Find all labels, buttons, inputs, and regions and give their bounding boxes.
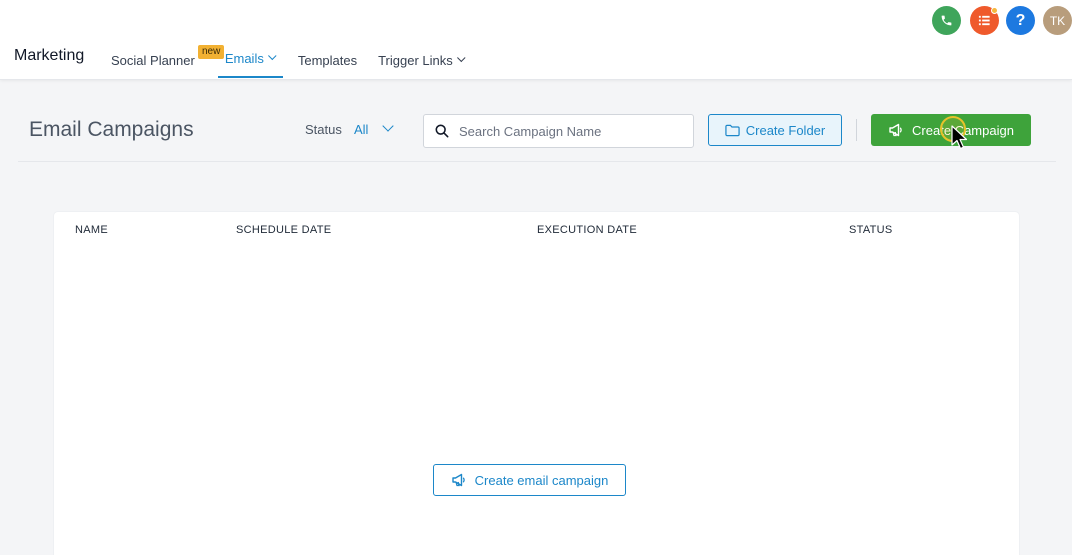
column-header-schedule-date[interactable]: SCHEDULE DATE [236,224,331,236]
page-title: Email Campaigns [29,118,194,141]
chevron-down-icon [267,51,277,61]
help-icon[interactable]: ? [1006,6,1035,35]
create-folder-label: Create Folder [745,122,826,138]
search-box [423,114,694,148]
column-header-status[interactable]: STATUS [849,224,893,236]
column-header-name[interactable]: NAME [75,224,108,236]
avatar[interactable]: TK [1043,6,1072,35]
nav-trigger-links-label: Trigger Links [378,52,453,68]
phone-icon[interactable] [932,6,961,35]
chevron-down-icon[interactable] [382,120,394,132]
megaphone-icon [889,123,902,137]
status-filter-label: Status [305,122,342,137]
app-brand: Marketing [14,47,85,64]
status-filter-dropdown[interactable]: All [354,122,368,137]
divider [856,119,857,141]
top-bar: ? TK Marketing Social Planner new Emails… [0,0,1072,80]
create-email-campaign-button[interactable]: Create email campaign [433,464,626,496]
campaigns-table: NAME SCHEDULE DATE EXECUTION DATE STATUS… [54,212,1019,555]
nav-social-planner[interactable]: Social Planner new [111,40,225,80]
main-nav: Social Planner new Emails Templates Trig… [111,40,466,80]
create-folder-button[interactable]: Create Folder [708,114,842,146]
column-header-execution-date[interactable]: EXECUTION DATE [537,224,637,236]
nav-trigger-links[interactable]: Trigger Links [378,40,466,80]
nav-emails-label: Emails [224,50,264,66]
chevron-down-icon [456,53,466,63]
create-email-campaign-label: Create email campaign [474,472,609,488]
search-input[interactable] [459,115,689,147]
megaphone-icon [451,473,465,487]
nav-emails[interactable]: Emails [217,40,283,78]
list-icon[interactable] [970,6,999,35]
nav-social-planner-label: Social Planner [111,52,195,68]
nav-templates[interactable]: Templates [298,40,357,80]
folder-icon [725,124,740,136]
search-icon [435,124,449,138]
notification-dot [991,7,998,14]
nav-templates-label: Templates [297,52,358,68]
header-divider [18,161,1056,162]
mouse-pointer-icon [951,125,967,150]
